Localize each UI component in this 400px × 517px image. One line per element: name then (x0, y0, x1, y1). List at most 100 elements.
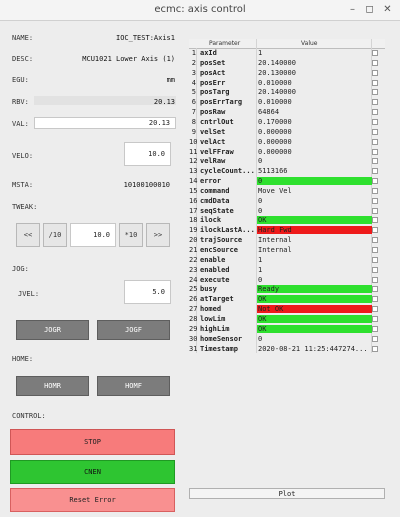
msta-label: MSTA: (12, 181, 34, 189)
plot-checkbox[interactable] (372, 345, 378, 352)
parameter-name: posAct (200, 68, 226, 77)
jvel-input[interactable]: 5.0 (124, 280, 171, 304)
minimize-icon[interactable]: – (346, 3, 359, 16)
table-row[interactable]: 29 highLim OK (189, 324, 385, 333)
home-label: HOME: (12, 355, 34, 363)
plot-checkbox[interactable] (372, 197, 378, 204)
table-row[interactable]: 18 ilock OK (189, 216, 385, 225)
velo-input[interactable]: 10.0 (124, 142, 171, 166)
table-row[interactable]: 20 trajSource Internal (189, 236, 385, 244)
table-row[interactable]: 31 Timestamp 2020-08-21 11:25:447274... (189, 345, 385, 353)
table-row[interactable]: 17 seqState 0 (189, 207, 385, 215)
tweak-forward-button[interactable]: >> (146, 223, 170, 247)
plot-checkbox[interactable] (372, 118, 378, 125)
plot-checkbox[interactable] (372, 306, 378, 313)
parameter-name: command (200, 186, 230, 195)
row-number: 14 (189, 177, 198, 186)
plot-checkbox[interactable] (372, 266, 378, 273)
table-row[interactable]: 9 velSet 0.000000 (189, 128, 385, 136)
tweak-reverse-button[interactable]: << (16, 223, 40, 247)
table-row[interactable]: 8 cntrlOut 0.170000 (189, 118, 385, 126)
plot-checkbox[interactable] (372, 227, 378, 234)
plot-checkbox[interactable] (372, 128, 378, 135)
parameter-name: posSet (200, 58, 226, 67)
parameter-value: 0.010000 (258, 78, 292, 87)
table-row[interactable]: 28 lowLim OK (189, 314, 385, 323)
table-row[interactable]: 10 velAct 0.000000 (189, 138, 385, 146)
plot-checkbox[interactable] (372, 296, 378, 303)
table-row[interactable]: 23 enabled 1 (189, 266, 385, 274)
table-row[interactable]: 27 homed Not OK (189, 305, 385, 314)
table-row[interactable]: 16 cmdData 0 (189, 197, 385, 205)
plot-checkbox[interactable] (372, 286, 378, 293)
tweak-input[interactable]: 10.0 (70, 223, 116, 247)
table-row[interactable]: 4 posErr 0.010000 (189, 79, 385, 87)
plot-checkbox[interactable] (372, 217, 378, 224)
parameter-name: encSource (200, 246, 238, 254)
table-row[interactable]: 2 posSet 20.140000 (189, 59, 385, 67)
plot-checkbox[interactable] (372, 59, 378, 66)
plot-checkbox[interactable] (372, 148, 378, 155)
desc-value: MCU1021 Lower Axis (1) (82, 55, 175, 63)
parameter-name: ilockLastA... (200, 226, 255, 235)
val-input[interactable]: 20.13 (34, 117, 176, 129)
cnen-button[interactable]: CNEN (10, 460, 175, 484)
plot-checkbox[interactable] (372, 237, 378, 244)
plot-checkbox[interactable] (372, 325, 378, 332)
table-row[interactable]: 5 posTarg 20.140000 (189, 88, 385, 96)
parameter-name: velAct (200, 137, 226, 146)
table-row[interactable]: 21 encSource Internal (189, 246, 385, 254)
table-row[interactable]: 24 execute 0 (189, 276, 385, 284)
plot-checkbox[interactable] (372, 109, 378, 116)
plot-checkbox[interactable] (372, 158, 378, 165)
plot-button[interactable]: Plot (189, 488, 385, 499)
header-value[interactable]: Value (301, 40, 317, 47)
maximize-icon[interactable]: ◻ (363, 3, 376, 16)
table-row[interactable]: 25 busy Ready (189, 285, 385, 294)
parameter-name: busy (200, 285, 217, 294)
table-row[interactable]: 7 posRaw 64864 (189, 108, 385, 116)
plot-checkbox[interactable] (372, 256, 378, 263)
plot-checkbox[interactable] (372, 89, 378, 96)
parameter-value: OK (257, 314, 372, 323)
row-number: 26 (189, 295, 198, 304)
plot-checkbox[interactable] (372, 315, 378, 322)
plot-checkbox[interactable] (372, 187, 378, 194)
parameter-name: homeSensor (200, 334, 243, 343)
home-forward-button[interactable]: HOMF (97, 376, 170, 396)
plot-checkbox[interactable] (372, 276, 378, 283)
table-row[interactable]: 6 posErrTarg 0.010000 (189, 98, 385, 106)
jog-reverse-button[interactable]: JOGR (16, 320, 89, 340)
plot-checkbox[interactable] (372, 247, 378, 253)
plot-checkbox[interactable] (372, 207, 378, 214)
table-row[interactable]: 14 error 0 (189, 177, 385, 186)
close-icon[interactable]: ✕ (381, 3, 394, 16)
table-row[interactable]: 3 posAct 20.130000 (189, 69, 385, 77)
table-row[interactable]: 30 homeSensor 0 (189, 335, 385, 343)
row-number: 22 (189, 255, 198, 264)
table-row[interactable]: 11 velFFraw 0.000000 (189, 148, 385, 156)
plot-checkbox[interactable] (372, 50, 378, 56)
reset-error-button[interactable]: Reset Error (10, 488, 175, 512)
table-row[interactable]: 19 ilockLastA... Hard Fwd (189, 226, 385, 235)
plot-checkbox[interactable] (372, 168, 378, 175)
parameter-name: Timestamp (200, 344, 238, 353)
header-parameter[interactable]: Parameter (209, 40, 240, 47)
table-row[interactable]: 26 atTarget OK (189, 295, 385, 304)
plot-checkbox[interactable] (372, 138, 378, 145)
table-row[interactable]: 13 cycleCount... 5113166 (189, 167, 385, 175)
table-row[interactable]: 15 command Move Vel (189, 187, 385, 195)
tweak-multiply-button[interactable]: *10 (119, 223, 143, 247)
plot-checkbox[interactable] (372, 69, 378, 76)
stop-button[interactable]: STOP (10, 429, 175, 455)
tweak-divide-button[interactable]: /10 (43, 223, 67, 247)
table-row[interactable]: 22 enable 1 (189, 256, 385, 264)
table-row[interactable]: 12 velRaw 0 (189, 157, 385, 165)
plot-checkbox[interactable] (372, 99, 378, 106)
plot-checkbox[interactable] (372, 178, 378, 185)
table-row[interactable]: 1 axId 1 (189, 49, 385, 57)
home-reverse-button[interactable]: HOMR (16, 376, 89, 396)
jog-forward-button[interactable]: JOGF (97, 320, 170, 340)
plot-checkbox[interactable] (372, 335, 378, 342)
plot-checkbox[interactable] (372, 79, 378, 86)
